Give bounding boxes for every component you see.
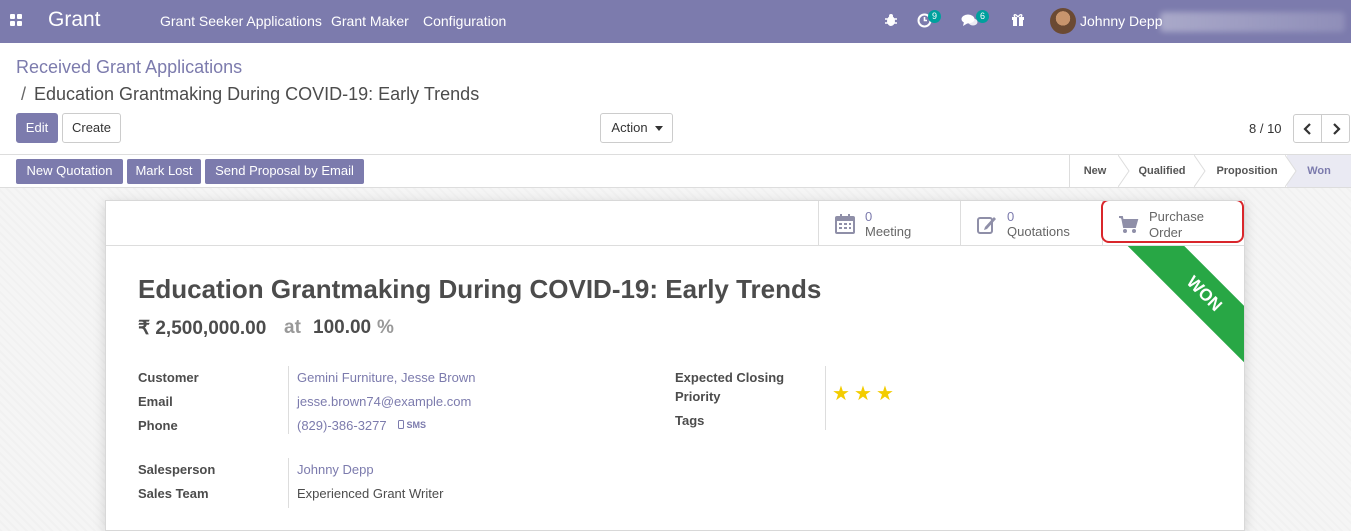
salesperson-field[interactable]: Johnny Depp <box>297 462 374 477</box>
probability-unit: % <box>377 317 394 338</box>
bug-icon[interactable] <box>884 13 898 27</box>
edit-document-icon <box>977 217 996 234</box>
action-label: Action <box>611 120 648 135</box>
form-sheet: 0 Meeting 0 Quotations Purchase Order WO… <box>105 200 1245 531</box>
sms-label: SMS <box>406 420 427 430</box>
email-label: Email <box>138 394 173 409</box>
breadcrumb-parent[interactable]: Received Grant Applications <box>16 57 242 78</box>
sales-team-field[interactable]: Experienced Grant Writer <box>297 486 443 501</box>
chevron-left-icon <box>1302 123 1311 135</box>
quotations-smart-button[interactable]: 0 Quotations <box>960 201 1102 245</box>
phone-field[interactable]: (829)-386-3277 <box>297 418 387 433</box>
mark-lost-button[interactable]: Mark Lost <box>127 159 201 184</box>
won-ribbon: WON <box>1104 246 1244 386</box>
action-dropdown[interactable]: Action <box>600 113 673 143</box>
status-bar: New Quotation Mark Lost Send Proposal by… <box>0 154 1351 188</box>
messages-badge: 6 <box>976 10 989 23</box>
quotations-count: 0 <box>1007 209 1015 224</box>
chevron-right-icon <box>1332 123 1341 135</box>
user-avatar[interactable] <box>1050 8 1076 34</box>
top-navbar: Grant Grant Seeker Applications Grant Ma… <box>0 0 1351 43</box>
tags-label: Tags <box>675 413 705 428</box>
caret-down-icon <box>655 126 663 131</box>
stage-new[interactable]: New <box>1070 155 1120 187</box>
calendar-icon <box>835 214 855 234</box>
stage-qualified[interactable]: Qualified <box>1128 155 1196 187</box>
new-quotation-button[interactable]: New Quotation <box>16 159 123 184</box>
expected-revenue[interactable]: ₹ 2,500,000.00 <box>138 317 266 340</box>
field-divider <box>825 366 826 430</box>
sms-button[interactable]: SMS <box>398 420 426 430</box>
menu-configuration[interactable]: Configuration <box>423 13 506 29</box>
menu-grant-seeker-applications[interactable]: Grant Seeker Applications <box>160 13 322 29</box>
user-menu[interactable]: Johnny Depp <box>1080 13 1163 29</box>
email-field[interactable]: jesse.brown74@example.com <box>297 394 471 409</box>
at-label: at <box>284 317 301 338</box>
meeting-label: Meeting <box>865 224 912 239</box>
send-proposal-button[interactable]: Send Proposal by Email <box>205 159 364 184</box>
smart-button-box: 0 Meeting 0 Quotations Purchase Order <box>106 201 1244 246</box>
phone-label: Phone <box>138 418 178 433</box>
field-divider <box>288 366 289 434</box>
priority-star-icon[interactable]: ★ <box>854 381 872 406</box>
stage-proposition[interactable]: Proposition <box>1206 155 1288 187</box>
app-brand[interactable]: Grant <box>48 8 101 32</box>
gift-icon[interactable] <box>1011 12 1025 27</box>
won-ribbon-text: WON <box>1112 246 1244 386</box>
record-title[interactable]: Education Grantmaking During COVID-19: E… <box>138 274 821 305</box>
priority-star-icon[interactable]: ★ <box>832 381 850 406</box>
pager-value[interactable]: 8 / 10 <box>1249 121 1282 136</box>
mobile-icon <box>398 420 404 429</box>
pager-previous-button[interactable] <box>1293 114 1322 143</box>
customer-field[interactable]: Gemini Furniture, Jesse Brown <box>297 370 475 385</box>
customer-label: Customer <box>138 370 199 385</box>
breadcrumb-separator: / <box>21 84 27 104</box>
meeting-count: 0 <box>865 209 873 224</box>
menu-grant-maker[interactable]: Grant Maker <box>331 13 409 29</box>
breadcrumb-current: Education Grantmaking During COVID-19: E… <box>34 84 480 104</box>
priority-star-icon[interactable]: ★ <box>876 381 894 406</box>
probability[interactable]: 100.00 <box>313 317 371 339</box>
field-divider <box>288 458 289 508</box>
priority-label: Priority <box>675 389 721 404</box>
stage-arrow-icon <box>1285 155 1297 187</box>
pager-next-button[interactable] <box>1321 114 1350 143</box>
stage-arrow-icon <box>1194 155 1206 187</box>
expected-closing-label: Expected Closing <box>675 370 785 385</box>
meeting-smart-button[interactable]: 0 Meeting <box>818 201 960 245</box>
activity-badge: 9 <box>928 10 941 23</box>
blurred-area <box>1160 12 1345 32</box>
create-button[interactable]: Create <box>62 113 121 143</box>
quotations-label: Quotations <box>1007 224 1070 239</box>
sales-team-label: Sales Team <box>138 486 209 501</box>
edit-button[interactable]: Edit <box>16 113 58 143</box>
salesperson-label: Salesperson <box>138 462 216 477</box>
apps-menu-icon[interactable] <box>10 14 24 28</box>
highlight-box <box>1101 201 1244 243</box>
